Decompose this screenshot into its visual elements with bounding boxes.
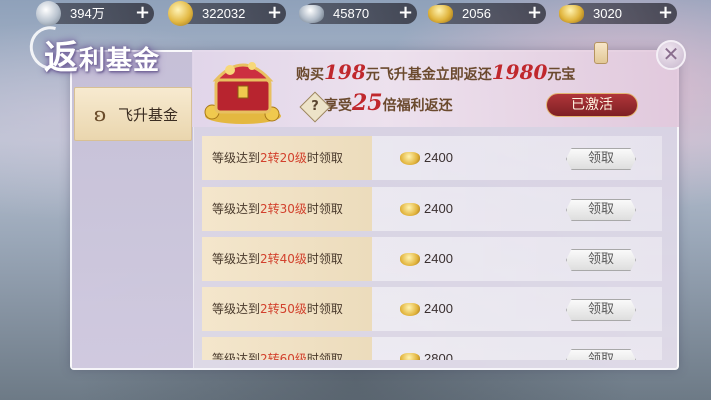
add-gold-coins-button[interactable]: + xyxy=(266,4,283,22)
gold-ingot-icon xyxy=(400,253,420,266)
resource-value: 3020 xyxy=(593,6,622,21)
banner-offer-text: 购买198元飞升基金立即返还1980元宝 xyxy=(296,60,576,84)
claim-button[interactable]: 领取 xyxy=(566,199,636,221)
add-gold-ingots-button[interactable]: + xyxy=(526,4,543,22)
reward-condition: 等级达到2转40级时领取 xyxy=(202,237,372,281)
claim-button[interactable]: 领取 xyxy=(566,349,636,360)
tab-feisheng-fund[interactable]: ʚ 飞升基金 xyxy=(74,87,192,141)
reward-condition: 等级达到2转50级时领取 xyxy=(202,287,372,331)
help-icon: ? xyxy=(311,99,319,114)
banner-bonus-text: 并享受25倍福利返还 xyxy=(310,90,453,116)
page-title: 返利基金 xyxy=(21,18,160,78)
resource-yuanbao: 3020 + xyxy=(559,3,677,24)
resource-value: 45870 xyxy=(333,6,370,21)
title-rest: 利基金 xyxy=(79,46,161,76)
close-button[interactable]: ✕ xyxy=(656,40,686,70)
silver-coin-icon xyxy=(36,1,61,26)
treasure-chest-icon xyxy=(204,62,281,124)
tab-label: 飞升基金 xyxy=(117,105,178,124)
add-silver-ingots-button[interactable]: + xyxy=(397,4,414,22)
list-item: 等级达到2转40级时领取 2400 领取 xyxy=(202,237,662,281)
list-item: 等级达到2转50级时领取 2400 领取 xyxy=(202,287,662,331)
add-silver-coins-button[interactable]: + xyxy=(134,4,151,22)
resource-value: 394万 xyxy=(70,6,105,21)
lantern-icon xyxy=(594,42,608,64)
claim-button[interactable]: 领取 xyxy=(566,249,636,271)
gold-ingot-icon xyxy=(400,152,420,165)
activated-status-button[interactable]: 已激活 xyxy=(546,93,638,117)
resource-silver-ingots: 45870 + xyxy=(299,3,417,24)
resource-value: 2056 xyxy=(462,6,491,21)
resource-gold-ingots: 2056 + xyxy=(428,3,546,24)
resource-value: 322032 xyxy=(202,6,246,21)
resource-bar: 394万 + 322032 + 45870 + 2056 + 3020 + xyxy=(0,0,711,28)
claim-button[interactable]: 领取 xyxy=(566,148,636,170)
reward-condition: 等级达到2转60级时领取 xyxy=(202,337,372,360)
reward-amount: 2400 xyxy=(424,201,453,216)
gold-ingot-icon xyxy=(400,203,420,216)
gold-ingot-icon xyxy=(400,353,420,360)
resource-silver-coins: 394万 + xyxy=(36,1,154,26)
list-item: 等级达到2转30级时领取 2400 领取 xyxy=(202,187,662,231)
gold-coin-icon xyxy=(168,1,193,26)
reward-amount: 2400 xyxy=(424,150,453,165)
list-item: 等级达到2转60级时领取 2800 领取 xyxy=(202,337,662,360)
silver-ingot-icon xyxy=(299,5,324,23)
reward-condition: 等级达到2转20级时领取 xyxy=(202,136,372,180)
resource-gold-coins: 322032 + xyxy=(168,1,286,26)
list-item: 等级达到2转20级时领取 2400 领取 xyxy=(202,136,662,180)
add-yuanbao-button[interactable]: + xyxy=(657,4,674,22)
gold-ingot-icon xyxy=(428,5,453,23)
feisheng-icon: ʚ xyxy=(93,102,107,126)
reward-condition: 等级达到2转30级时领取 xyxy=(202,187,372,231)
gold-ingot-icon xyxy=(400,303,420,316)
reward-list[interactable]: 等级达到2转20级时领取 2400 领取 等级达到2转30级时领取 2400 领… xyxy=(202,132,662,360)
reward-amount: 2800 xyxy=(424,351,453,360)
reward-amount: 2400 xyxy=(424,301,453,316)
claim-button[interactable]: 领取 xyxy=(566,299,636,321)
gold-ingot-icon xyxy=(559,5,584,23)
reward-amount: 2400 xyxy=(424,251,453,266)
